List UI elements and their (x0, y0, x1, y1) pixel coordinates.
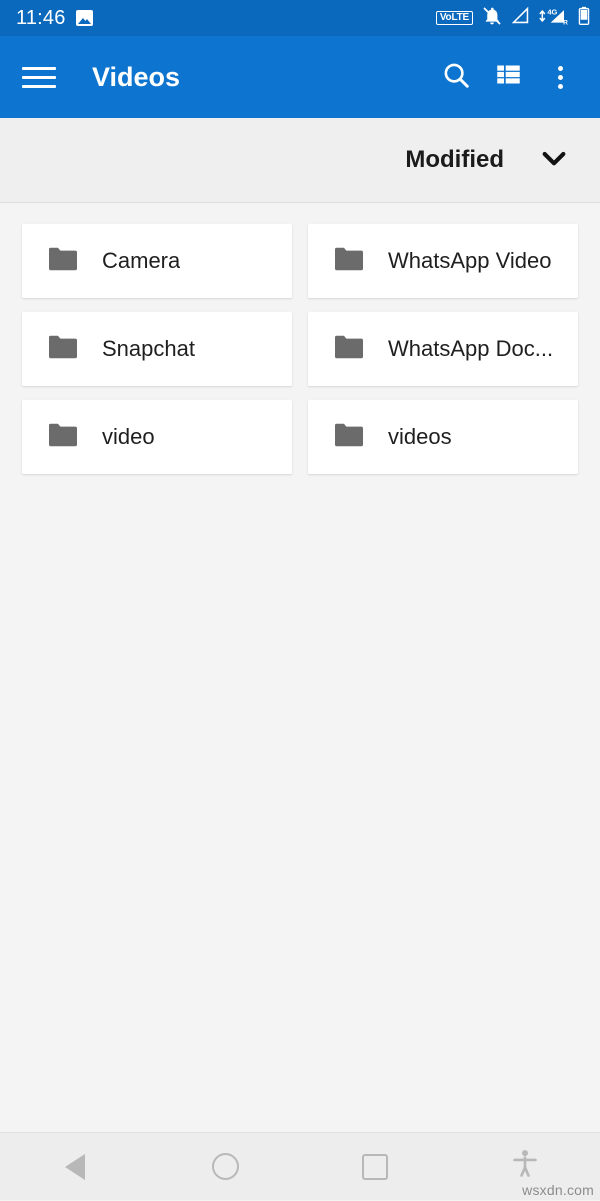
folder-card[interactable]: Snapchat (22, 312, 292, 386)
recents-button[interactable] (300, 1133, 450, 1201)
hamburger-line (22, 75, 56, 79)
folder-icon (332, 245, 366, 278)
status-clock: 11:46 (16, 7, 66, 29)
volte-icon: VoLTE (435, 11, 473, 25)
hamburger-line (22, 84, 56, 88)
folder-icon (46, 421, 80, 454)
folder-icon (46, 245, 80, 278)
status-bar-left: 11:46 (16, 8, 436, 28)
search-button[interactable] (430, 49, 482, 105)
status-bar: 11:46 VoLTE 4G R (0, 0, 600, 36)
folder-name: video (102, 424, 155, 449)
sort-selector[interactable]: Modified (0, 118, 600, 203)
folder-name: Snapchat (102, 336, 195, 361)
list-view-icon (495, 61, 522, 93)
dot (557, 65, 563, 71)
watermark: wsxdn.com (522, 1182, 594, 1198)
overflow-menu-button[interactable] (534, 49, 586, 105)
recents-square-icon (362, 1153, 388, 1180)
page-title: Videos (92, 61, 181, 92)
navigation-bar: wsxdn.com (0, 1132, 600, 1200)
folder-grid: Camera WhatsApp Video Snapchat WhatsApp … (0, 204, 600, 474)
status-bar-right: VoLTE 4G R (435, 6, 590, 31)
folder-card[interactable]: videos (308, 400, 578, 474)
app-bar: Videos (0, 36, 600, 118)
notifications-muted-icon (482, 6, 502, 31)
folder-name: WhatsApp Doc... (388, 336, 554, 361)
view-mode-button[interactable] (482, 49, 534, 105)
battery-icon (578, 6, 590, 31)
dot (557, 74, 563, 80)
hamburger-line (22, 66, 56, 70)
dot (557, 83, 563, 89)
folder-name: videos (388, 424, 452, 449)
back-triangle-icon (65, 1153, 85, 1180)
home-circle-icon (211, 1153, 239, 1180)
folder-card[interactable]: WhatsApp Video (308, 224, 578, 298)
folder-icon (46, 333, 80, 366)
overflow-menu-icon (557, 65, 563, 89)
photo-icon (75, 10, 93, 26)
svg-text:4G: 4G (547, 7, 557, 16)
home-button[interactable] (150, 1133, 300, 1201)
search-icon (441, 60, 471, 95)
folder-name: Camera (102, 248, 181, 273)
folder-card[interactable]: WhatsApp Doc... (308, 312, 578, 386)
folder-name: WhatsApp Video (388, 248, 552, 273)
back-button[interactable] (0, 1133, 150, 1201)
folder-card[interactable]: Camera (22, 224, 292, 298)
accessibility-icon (511, 1149, 539, 1184)
hamburger-menu-icon[interactable] (22, 57, 62, 97)
sort-label: Modified (405, 146, 504, 173)
mobile-data-4g-roaming-icon: 4G R (539, 6, 569, 31)
folder-icon (332, 421, 366, 454)
chevron-down-icon[interactable] (538, 142, 570, 179)
folder-icon (332, 333, 366, 366)
folder-card[interactable]: video (22, 400, 292, 474)
svg-text:R: R (563, 19, 568, 26)
signal-triangle-icon (511, 6, 530, 29)
